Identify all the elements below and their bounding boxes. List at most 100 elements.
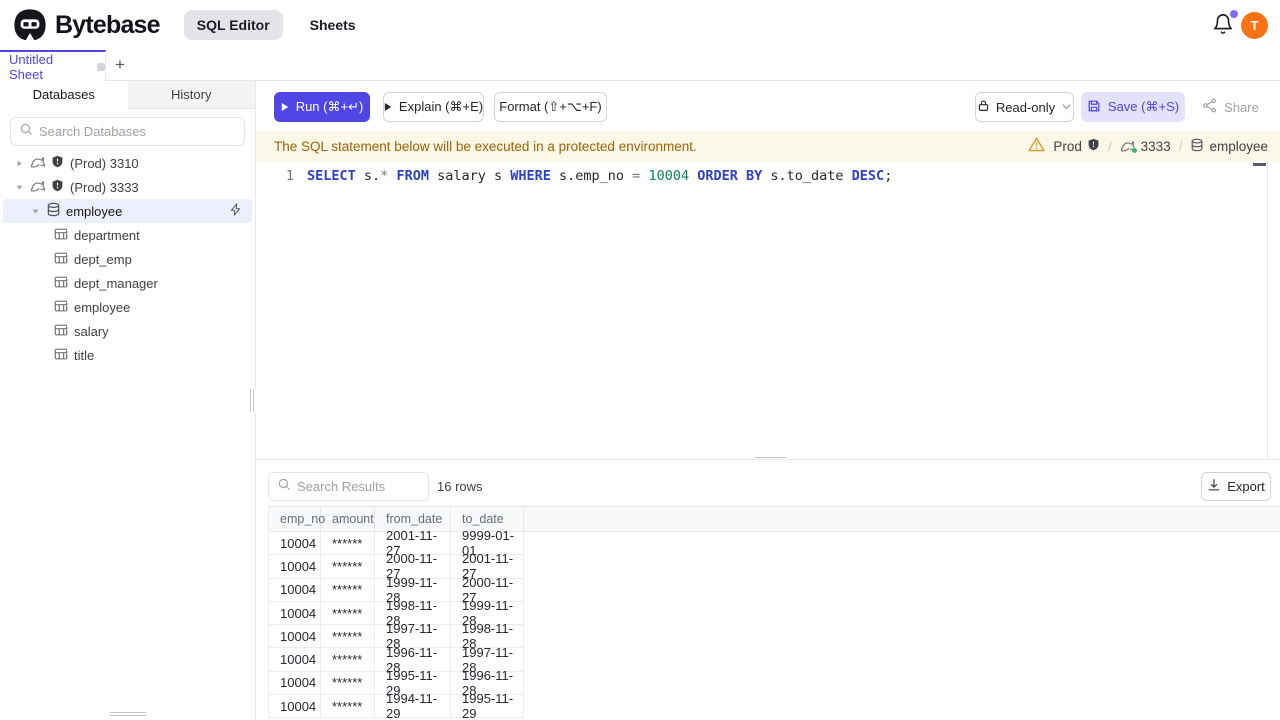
result-cell[interactable]: 10004 [269,648,321,672]
result-cell[interactable]: 1995-11-29 [451,691,524,720]
result-cell[interactable]: 10004 [269,532,321,556]
protected-environment-banner: The SQL statement below will be executed… [256,131,1280,161]
notification-bell-icon[interactable] [1212,10,1238,37]
tree-instance-3310[interactable]: (Prod) 3310 [0,151,255,175]
nav-sql-editor[interactable]: SQL Editor [183,10,283,40]
unsaved-indicator [97,62,105,71]
database-crumb[interactable]: employee [1190,138,1268,155]
tab-history[interactable]: History [128,81,256,108]
environment-label: Prod [1053,138,1082,154]
table-icon [54,323,68,340]
result-cell[interactable]: 10004 [269,625,321,649]
table-label: dept_emp [74,251,132,267]
result-cell[interactable]: ****** [321,555,375,579]
caret-right-icon[interactable] [14,159,24,168]
sql-token: salary s [428,168,511,184]
explain-button[interactable]: Explain (⌘+E) [383,92,484,122]
caret-down-icon[interactable] [14,183,24,192]
warning-icon [1028,137,1046,155]
tree-table-dept_manager[interactable]: dept_manager [0,271,255,295]
sidebar-resize-handle[interactable] [248,389,256,412]
column-header-amount: amount [321,507,375,531]
explain-label: Explain (⌘+E) [398,99,484,114]
result-cell[interactable]: ****** [321,625,375,649]
tree-table-title[interactable]: title [0,343,255,367]
sidebar-bottom-resize-handle[interactable] [110,710,146,716]
breadcrumb-separator: / [1107,138,1112,154]
schema-bolt-icon[interactable] [229,203,242,219]
database-tree: (Prod) 3310 (Prod) 3333 employee departm… [0,151,255,367]
brand-name: Bytebase [55,10,161,39]
tab-untitled-sheet[interactable]: Untitled Sheet [0,50,106,82]
database-search[interactable] [10,117,245,146]
readonly-mode-button[interactable]: Read-only [975,92,1074,122]
instance-crumb[interactable]: 3333 [1120,139,1171,154]
result-row[interactable]: 10004 ****** 1994-11-29 1995-11-29 [268,691,525,720]
format-label: Format (⇧+⌥+F) [499,99,602,114]
sql-token: s.to_date [762,168,852,184]
editor-overview-ruler[interactable] [1267,161,1268,459]
tab-databases[interactable]: Databases [0,81,128,109]
download-icon [1207,478,1221,495]
nav-sheets[interactable]: Sheets [297,10,369,40]
tree-instance-3333[interactable]: (Prod) 3333 [0,175,255,199]
status-green-dot [1131,148,1137,153]
tree-database-employee[interactable]: employee [3,199,252,223]
sql-line[interactable]: 1 SELECT s.* FROM salary s WHERE s.emp_n… [256,167,892,186]
table-label: dept_manager [74,275,158,291]
table-icon [54,227,68,244]
export-button[interactable]: Export [1201,472,1271,501]
export-label: Export [1227,479,1265,494]
top-header: Bytebase SQL Editor Sheets T [0,0,1280,50]
run-button[interactable]: Run (⌘+↵) [274,92,370,122]
save-label: Save (⌘+S) [1107,99,1180,114]
share-icon [1202,98,1217,116]
sql-token: DESC [851,168,885,184]
tree-table-dept_emp[interactable]: dept_emp [0,247,255,271]
environment-crumb[interactable]: Prod [1053,138,1100,154]
caret-down-icon[interactable] [30,207,40,216]
result-cell[interactable]: ****** [321,532,375,556]
result-cell[interactable]: 10004 [269,601,321,626]
results-panel: 16 rows Export emp_noamountfrom_dateto_d… [256,460,1280,720]
results-search[interactable] [268,472,429,501]
share-button[interactable]: Share [1190,92,1271,122]
connection-breadcrumb: Prod / 3333 / employee [1028,137,1268,155]
result-cell[interactable]: 1994-11-29 [375,691,451,720]
format-button[interactable]: Format (⇧+⌥+F) [494,92,607,122]
new-sheet-button[interactable]: + [110,52,130,78]
results-search-input[interactable] [297,479,420,494]
result-cell[interactable]: ****** [321,648,375,672]
shield-icon [51,179,64,195]
mysql-instance-icon [1120,139,1137,153]
row-count: 16 rows [437,479,483,494]
instance-label: (Prod) 3333 [70,179,139,195]
tree-table-employee[interactable]: employee [0,295,255,319]
database-search-input[interactable] [39,124,236,139]
shield-icon [51,155,64,171]
result-cell[interactable]: 10004 [269,695,321,719]
table-icon [54,347,68,364]
result-cell[interactable]: 10004 [269,555,321,579]
sidebar-table-list: department dept_emp dept_manager employe… [0,223,255,367]
main-nav: SQL Editor Sheets [183,10,369,40]
sql-token: 10004 [648,168,690,184]
play-icon [384,100,392,115]
user-avatar[interactable]: T [1241,12,1268,39]
save-button[interactable]: Save (⌘+S) [1081,92,1185,122]
result-cell[interactable]: ****** [321,695,375,719]
result-cell[interactable]: 10004 [269,671,321,696]
tree-table-salary[interactable]: salary [0,319,255,343]
sidebar: Databases History Search Databases (Prod… [0,81,256,720]
sql-editor-surface[interactable]: 1 SELECT s.* FROM salary s WHERE s.emp_n… [256,161,1280,459]
table-icon [54,251,68,268]
result-cell[interactable]: ****** [321,601,375,626]
run-label: Run (⌘+↵) [295,99,364,114]
tree-table-department[interactable]: department [0,223,255,247]
database-icon [1190,138,1204,155]
result-cell[interactable]: 10004 [269,578,321,602]
search-icon [277,477,291,496]
sql-token: WHERE [510,168,551,184]
result-cell[interactable]: ****** [321,578,375,602]
result-cell[interactable]: ****** [321,671,375,696]
